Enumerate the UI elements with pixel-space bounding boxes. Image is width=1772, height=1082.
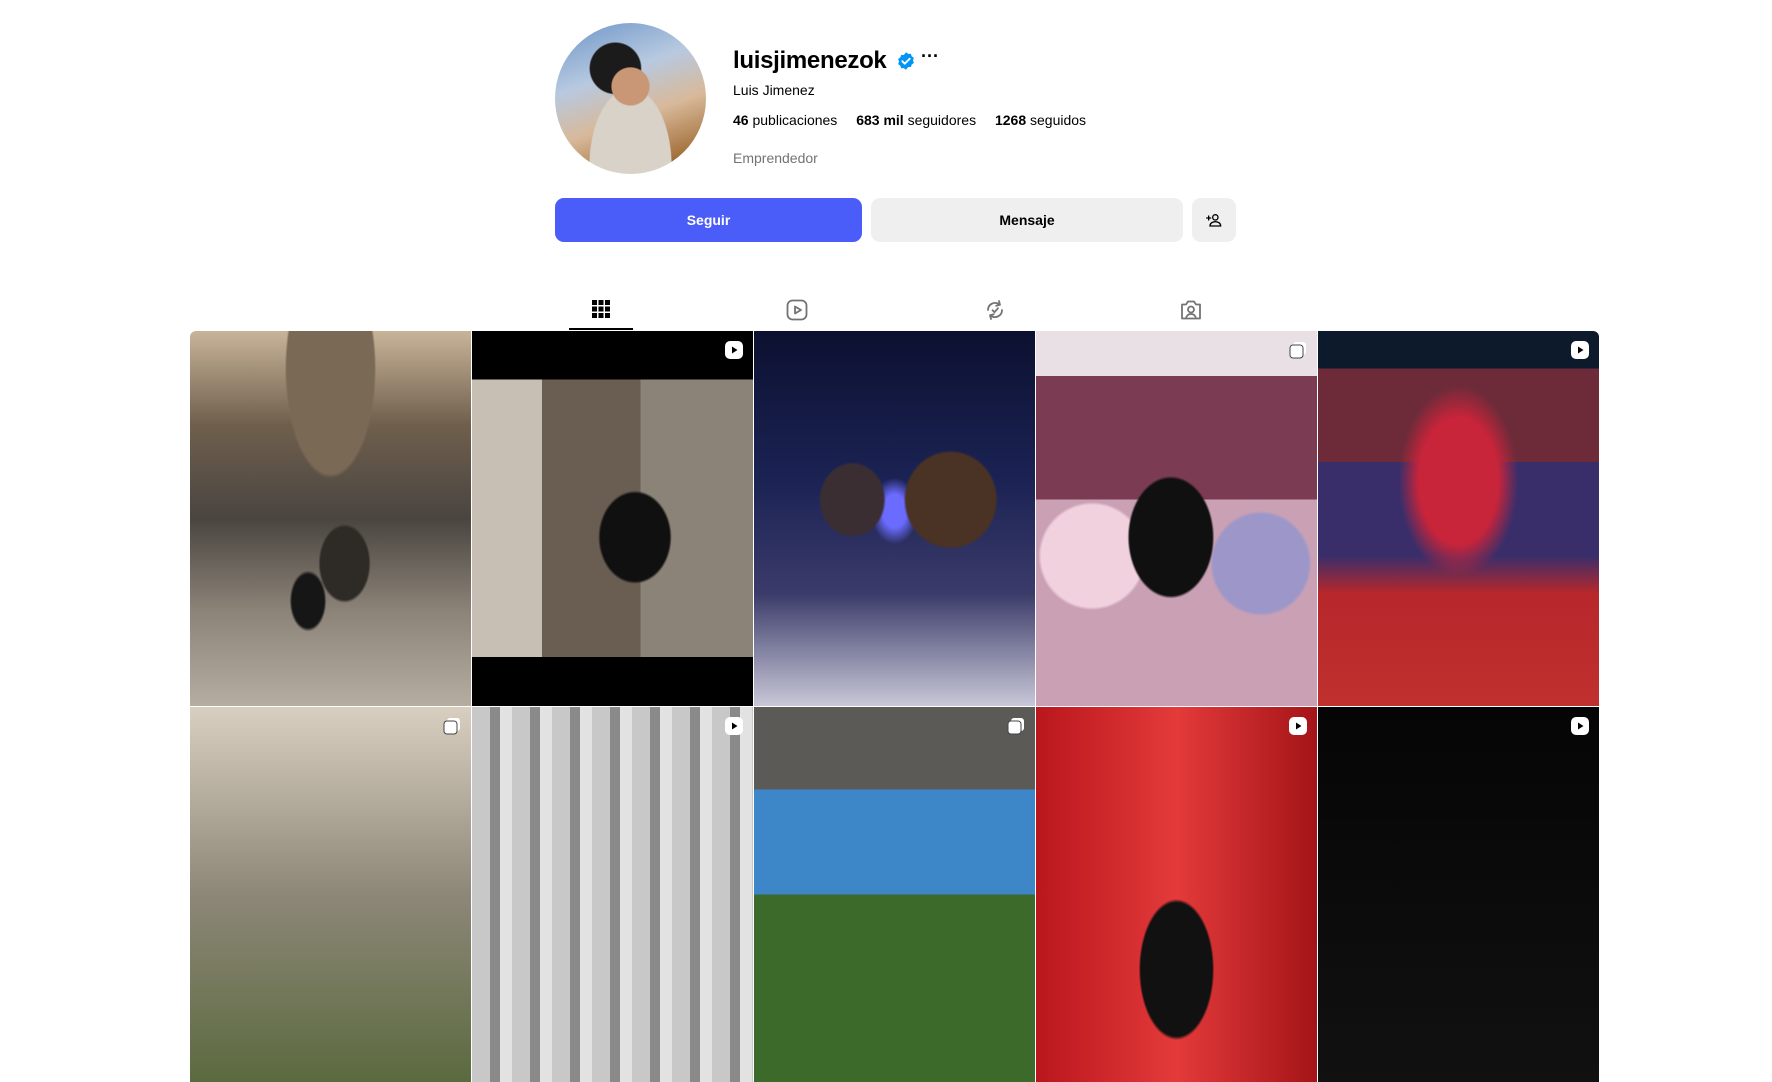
stat-posts-label: publicaciones — [752, 112, 838, 128]
post-thumbnail[interactable] — [472, 331, 753, 706]
person-add-icon — [1206, 214, 1222, 227]
post-thumbnail[interactable] — [1318, 707, 1599, 1082]
tab-posts[interactable] — [569, 289, 633, 330]
follow-button[interactable]: Seguir — [555, 198, 862, 242]
profile-username: luisjimenezok — [733, 47, 887, 74]
stat-followers-label: seguidores — [907, 112, 977, 128]
tab-reels[interactable] — [765, 289, 829, 330]
carousel-icon — [443, 718, 460, 735]
tab-reposts[interactable] — [963, 289, 1027, 330]
post-thumbnail[interactable] — [1036, 707, 1317, 1082]
profile-full-name: Luis Jimenez — [733, 82, 815, 98]
post-thumbnail[interactable] — [190, 707, 471, 1082]
tagged-icon — [1181, 300, 1201, 319]
post-thumbnail[interactable] — [472, 707, 753, 1082]
profile-tabs — [555, 289, 1237, 331]
tab-tagged[interactable] — [1159, 289, 1223, 330]
carousel-icon — [1007, 718, 1024, 735]
profile-category: Emprendedor — [733, 150, 818, 166]
stat-followers[interactable]: 683 mil seguidores — [856, 111, 976, 129]
post-thumbnail[interactable] — [754, 707, 1035, 1082]
reel-icon — [1289, 717, 1307, 735]
stat-following-label: seguidos — [1030, 112, 1087, 128]
suggested-accounts-button[interactable] — [1192, 198, 1236, 242]
verified-badge-icon — [898, 52, 914, 70]
stat-followers-count: 683 mil — [856, 112, 904, 128]
post-thumbnail[interactable] — [754, 331, 1035, 706]
reel-icon — [1571, 341, 1589, 359]
profile-stats: 46 publicaciones 683 mil seguidores 1268… — [733, 111, 1101, 129]
more-options-button[interactable]: ··· — [921, 46, 939, 66]
post-thumbnail[interactable] — [1036, 331, 1317, 706]
stat-posts-count: 46 — [733, 112, 749, 128]
post-thumbnail[interactable] — [1318, 331, 1599, 706]
posts-grid — [190, 331, 1599, 1082]
reel-icon — [1571, 717, 1589, 735]
repost-icon — [987, 299, 1003, 320]
reel-icon — [725, 341, 743, 359]
stat-following-count: 1268 — [994, 112, 1027, 128]
reels-icon — [786, 299, 808, 320]
grid-icon — [592, 299, 610, 318]
message-button[interactable]: Mensaje — [871, 198, 1183, 242]
profile-avatar[interactable] — [555, 23, 706, 174]
carousel-icon — [1289, 342, 1306, 359]
post-thumbnail[interactable] — [190, 331, 471, 706]
reel-icon — [725, 717, 743, 735]
stat-posts[interactable]: 46 publicaciones — [733, 111, 837, 129]
stat-following[interactable]: 1268 seguidos — [995, 111, 1086, 129]
